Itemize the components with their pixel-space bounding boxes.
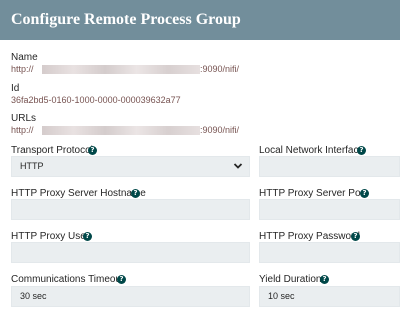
name-label: Name — [11, 52, 38, 63]
http-proxy-server-hostname-input[interactable] — [11, 199, 250, 220]
http-proxy-password-label: HTTP Proxy Password — [259, 231, 360, 242]
urls-redacted-host — [42, 126, 200, 135]
communications-timeout-input[interactable]: 30 sec — [11, 286, 250, 307]
http-proxy-user-label: HTTP Proxy User — [11, 231, 90, 242]
transport-protocol-label: Transport Protocol — [11, 145, 93, 156]
question-circle-icon[interactable]: ? — [131, 189, 140, 198]
http-proxy-server-port-input[interactable] — [259, 199, 400, 220]
name-redacted-host — [42, 65, 200, 74]
transport-protocol-select[interactable]: HTTP — [11, 156, 250, 177]
yield-duration-label: Yield Duration — [259, 274, 322, 285]
urls-value-suffix: :9090/nifi/ — [200, 125, 240, 135]
chevron-down-icon — [233, 163, 243, 169]
name-value-prefix: http:// — [11, 64, 34, 74]
question-circle-icon[interactable]: ? — [360, 189, 369, 198]
http-proxy-password-input[interactable] — [259, 242, 400, 263]
http-proxy-server-hostname-label: HTTP Proxy Server Hostname — [11, 188, 146, 199]
http-proxy-server-port-label: HTTP Proxy Server Port — [259, 188, 367, 199]
http-proxy-user-input[interactable] — [11, 242, 250, 263]
question-circle-icon[interactable]: ? — [320, 275, 329, 284]
urls-value-prefix: http:// — [11, 125, 34, 135]
id-label: Id — [11, 83, 20, 94]
question-circle-icon[interactable]: ? — [117, 275, 126, 284]
transport-protocol-value: HTTP — [20, 161, 44, 171]
communications-timeout-label: Communications Timeout — [11, 274, 124, 285]
question-circle-icon[interactable]: ? — [88, 146, 97, 155]
question-circle-icon[interactable]: ? — [357, 146, 366, 155]
yield-duration-input[interactable]: 10 sec — [259, 286, 400, 307]
question-circle-icon[interactable]: ? — [351, 232, 360, 241]
dialog-header: Configure Remote Process Group — [0, 0, 400, 40]
name-value-suffix: :9090/nifi/ — [200, 64, 240, 74]
urls-label: URLs — [11, 113, 37, 124]
id-value: 36fa2bd5-0160-1000-0000-000039632a77 — [11, 95, 181, 105]
local-network-interface-label: Local Network Interface — [259, 145, 365, 156]
question-circle-icon[interactable]: ? — [83, 232, 92, 241]
dialog-title: Configure Remote Process Group — [11, 11, 241, 28]
local-network-interface-input[interactable] — [259, 156, 400, 177]
